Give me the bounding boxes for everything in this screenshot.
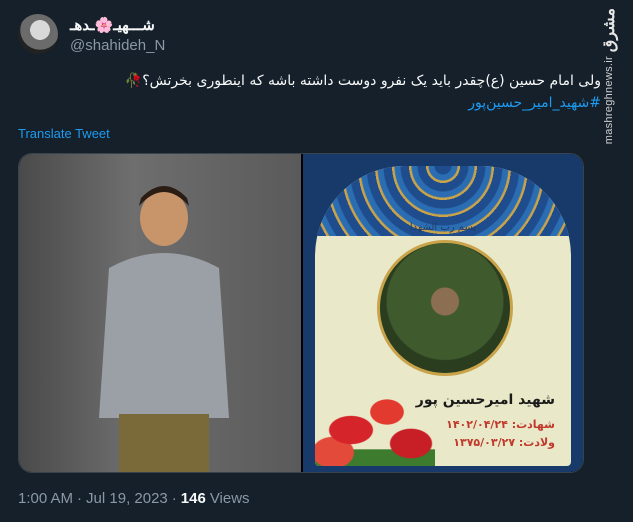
author-display-name[interactable]: شـــهیـ🌸ـدهـ	[70, 16, 155, 34]
avatar[interactable]	[18, 14, 58, 54]
views-count: 146	[180, 490, 206, 507]
tweet-text: ولی امام حسین (ع)چقدر باید یک نفرو دوست …	[41, 70, 601, 114]
poster-image[interactable]: بسم رب الشهدا شهید امیرحسین پور شهادت: ۱…	[303, 154, 583, 472]
watermark-site: mashreghnews.ir	[603, 56, 615, 145]
person-photo	[99, 186, 229, 472]
author-handle[interactable]: @shahideh_N	[70, 37, 165, 54]
photo-left[interactable]	[19, 154, 301, 472]
poster-martyr-name: شهید امیرحسین پور	[415, 392, 555, 408]
tweet-body: ولی امام حسین (ع)چقدر باید یک نفرو دوست …	[124, 73, 601, 89]
poster-basmala: بسم رب الشهدا	[409, 222, 477, 233]
author-name-row[interactable]: شـــهیـ🌸ـدهـ	[70, 16, 155, 34]
poster-birth-date: ولادت: ۱۳۷۵/۰۳/۲۷	[453, 436, 555, 449]
tweet-time[interactable]: 1:00 AM	[18, 490, 73, 507]
views-label: Views	[209, 490, 250, 507]
translate-tweet-link[interactable]: Translate Tweet	[18, 126, 110, 141]
tweet-hashtag[interactable]: #شهید_امیر_حسین‌پور	[41, 92, 601, 114]
tweet-meta: 1:00 AM · Jul 19, 2023 · 146 Views	[18, 490, 250, 507]
meta-separator: ·	[77, 490, 83, 507]
poster-martyrdom-date: شهادت: ۱۴۰۲/۰۴/۲۴	[446, 418, 555, 431]
meta-separator: ·	[171, 490, 177, 507]
poster-panel: بسم رب الشهدا شهید امیرحسین پور شهادت: ۱…	[315, 166, 571, 466]
tweet-media[interactable]: بسم رب الشهدا شهید امیرحسین پور شهادت: ۱…	[18, 153, 584, 473]
poster-portrait	[377, 240, 513, 376]
tweet-date[interactable]: Jul 19, 2023	[86, 490, 168, 507]
watermark-logo: مشرق	[599, 8, 618, 53]
tulips-decoration	[315, 376, 435, 466]
